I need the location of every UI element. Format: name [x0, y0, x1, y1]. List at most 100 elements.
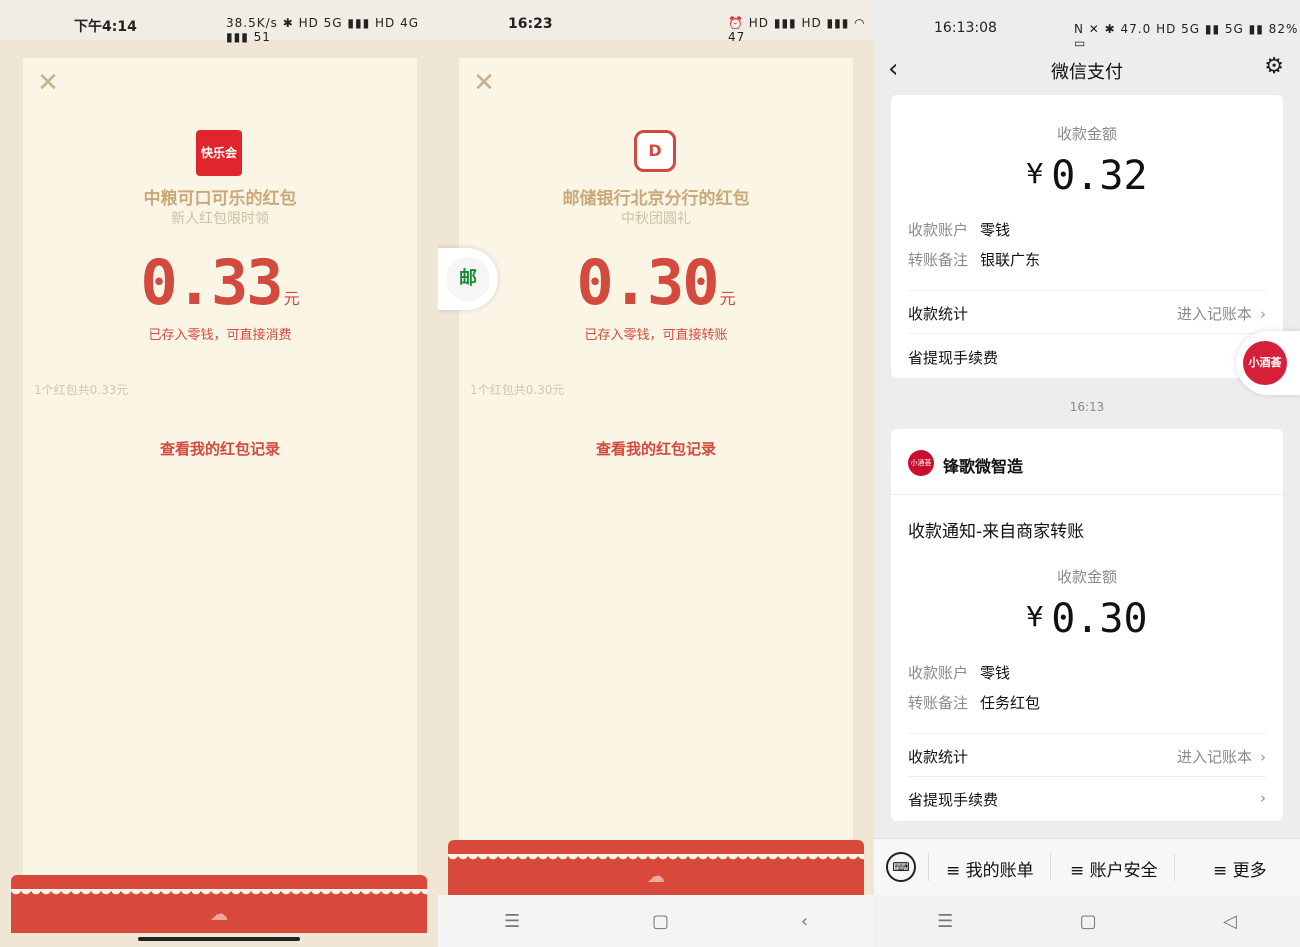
payment-card-1: 收款金额 ¥0.32 收款账户 零钱 转账备注 银联广东 收款统计 进入记账本 › 省…	[891, 95, 1283, 378]
remark-row: 转账备注 任务红包	[908, 692, 1040, 713]
status-bar: 下午4:14 38.5K/s ✱ HD 5G ▮▮▮ HD 4G ▮▮▮ 51	[0, 0, 438, 44]
remark-label: 转账备注	[908, 251, 969, 269]
fee-label: 省提现手续费	[908, 791, 999, 809]
stats-action[interactable]: 进入记账本 ›	[1177, 303, 1266, 324]
packet-count: 1个红包共0.33元	[34, 383, 129, 397]
amount-unit: 元	[719, 289, 736, 308]
red-packet-screen-2: 16:23 ⏰ HD ▮▮▮ HD ▮▮▮ ◠ 47 ✕ D 邮储银行北京分行的…	[438, 0, 874, 947]
menu-nav-icon[interactable]: ☰	[504, 911, 520, 932]
red-packet-footer: ☁	[11, 875, 427, 933]
divider	[908, 290, 1266, 291]
menu-divider	[1174, 853, 1175, 881]
merchant-name: 锋歌微智造	[943, 457, 1024, 476]
stats-label: 收款统计	[908, 305, 969, 323]
cloud-emblem-icon: ☁	[647, 866, 665, 887]
home-indicator[interactable]	[138, 937, 300, 941]
amount-label: 收款金额	[1056, 125, 1117, 143]
floating-merchant-badge[interactable]: 小酒荟	[1236, 331, 1300, 395]
fee-row[interactable]: 省提现手续费	[908, 347, 1266, 377]
packet-amount: 0.33 元	[23, 246, 417, 319]
system-nav-bar: ☰ ▢ ◁	[874, 895, 1300, 947]
red-packet-screen-1: 下午4:14 38.5K/s ✱ HD 5G ▮▮▮ HD 4G ▮▮▮ 51 …	[0, 0, 438, 947]
menu-more[interactable]: ≡ 更多	[1213, 856, 1267, 881]
fee-label: 省提现手续费	[908, 349, 999, 367]
stats-row[interactable]: 收款统计 进入记账本 ›	[908, 746, 1266, 776]
divider	[908, 333, 1266, 334]
wechat-pay-screen: 16:13:08 N ✕ ✱ 47.0 HD 5G ▮▮ 5G ▮▮ 82% ▭…	[874, 0, 1300, 947]
view-records-link[interactable]: 查看我的红包记录	[23, 438, 417, 459]
packet-title: 邮储银行北京分行的红包	[562, 189, 750, 209]
remark-value: 银联广东	[980, 251, 1041, 269]
red-packet-card: ✕ 快乐会 中粮可口可乐的红包 新人红包限时领 0.33 元 已存入零钱，可直接消…	[23, 58, 417, 898]
merchant-header[interactable]: 小酒荟 锋歌微智造	[891, 429, 1283, 495]
status-bar: 16:13:08 N ✕ ✱ 47.0 HD 5G ▮▮ 5G ▮▮ 82% ▭	[874, 0, 1300, 52]
amount-display: ¥0.32	[891, 153, 1283, 199]
amount-display: ¥0.30	[891, 596, 1283, 642]
back-nav-icon[interactable]: ◁	[1223, 911, 1237, 932]
brand-logo: 快乐会	[196, 130, 242, 176]
view-records-link[interactable]: 查看我的红包记录	[459, 438, 853, 459]
close-icon[interactable]: ✕	[473, 70, 495, 96]
menu-divider	[928, 853, 929, 881]
back-nav-icon[interactable]: ‹	[801, 911, 808, 932]
packet-amount: 0.30 元	[459, 246, 853, 319]
keyboard-icon[interactable]: ⌨	[886, 852, 916, 882]
ledger-link: 进入记账本	[1176, 748, 1252, 766]
menu-divider	[1050, 853, 1051, 881]
gear-icon[interactable]: ⚙	[1264, 54, 1284, 79]
menu-account-security[interactable]: ≡ 账户安全	[1070, 856, 1158, 881]
system-nav-bar: ☰ ▢ ‹	[438, 895, 874, 947]
message-time: 16:13	[1069, 400, 1105, 414]
status-icons: ⏰ HD ▮▮▮ HD ▮▮▮ ◠ 47	[728, 16, 866, 44]
bottom-menu-bar: ⌨ ≡ 我的账单 ≡ 账户安全 ≡ 更多	[874, 838, 1300, 895]
amount-value: 0.33	[140, 246, 283, 319]
status-bar: 16:23 ⏰ HD ▮▮▮ HD ▮▮▮ ◠ 47	[438, 0, 874, 44]
amount-label: 收款金额	[1056, 568, 1117, 586]
amount-unit: 元	[283, 289, 300, 308]
close-icon[interactable]: ✕	[37, 70, 59, 96]
divider	[908, 776, 1266, 777]
postal-bank-icon: 邮	[446, 257, 490, 301]
packet-note: 已存入零钱，可直接消费	[148, 328, 292, 343]
remark-label: 转账备注	[908, 694, 969, 712]
ledger-link: 进入记账本	[1176, 305, 1252, 323]
chevron-right-icon: ›	[1260, 748, 1266, 766]
fee-row[interactable]: 省提现手续费 ›	[908, 789, 1266, 819]
packet-subtitle: 新人红包限时领	[171, 211, 269, 227]
currency-symbol: ¥	[1026, 157, 1044, 190]
page-header: ‹ 微信支付 ⚙	[874, 52, 1300, 92]
packet-subtitle: 中秋团圆礼	[621, 211, 691, 227]
divider	[908, 733, 1266, 734]
menu-my-bills[interactable]: ≡ 我的账单	[946, 856, 1034, 881]
red-packet-footer: ☁	[448, 840, 864, 895]
remark-row: 转账备注 银联广东	[908, 249, 1040, 270]
status-time: 16:13:08	[934, 20, 997, 36]
home-nav-icon[interactable]: ▢	[1080, 911, 1097, 932]
wave-edge	[11, 889, 427, 897]
amount-value: 0.30	[1051, 596, 1148, 642]
stats-row[interactable]: 收款统计 进入记账本 ›	[908, 303, 1266, 333]
payment-card-2: 小酒荟 锋歌微智造 收款通知-来自商家转账 收款金额 ¥0.30 收款账户 零钱 …	[891, 429, 1283, 821]
status-icons: 38.5K/s ✱ HD 5G ▮▮▮ HD 4G ▮▮▮ 51	[226, 16, 420, 44]
page-title: 微信支付	[1051, 62, 1123, 83]
account-value: 零钱	[980, 664, 1011, 682]
packet-note: 已存入零钱，可直接转账	[584, 328, 728, 343]
notice-title: 收款通知-来自商家转账	[908, 522, 1085, 542]
wave-edge	[448, 854, 864, 862]
account-label: 收款账户	[908, 664, 969, 682]
floating-bank-badge[interactable]: 邮	[438, 248, 498, 310]
status-time: 下午4:14	[74, 19, 137, 35]
amount-value: 0.30	[576, 246, 719, 319]
stats-label: 收款统计	[908, 748, 969, 766]
amount-value: 0.32	[1051, 153, 1148, 199]
account-row: 收款账户 零钱	[908, 662, 1010, 683]
remark-value: 任务红包	[980, 694, 1041, 712]
stats-action[interactable]: 进入记账本 ›	[1177, 746, 1266, 767]
menu-nav-icon[interactable]: ☰	[937, 911, 953, 932]
red-packet-card: ✕ D 邮储银行北京分行的红包 中秋团圆礼 0.30 元 已存入零钱，可直接转账 …	[459, 58, 853, 898]
chevron-right-icon: ›	[1260, 305, 1266, 323]
status-time: 16:23	[508, 16, 553, 32]
home-nav-icon[interactable]: ▢	[652, 911, 669, 932]
account-label: 收款账户	[908, 221, 969, 239]
packet-title: 中粮可口可乐的红包	[143, 189, 297, 209]
